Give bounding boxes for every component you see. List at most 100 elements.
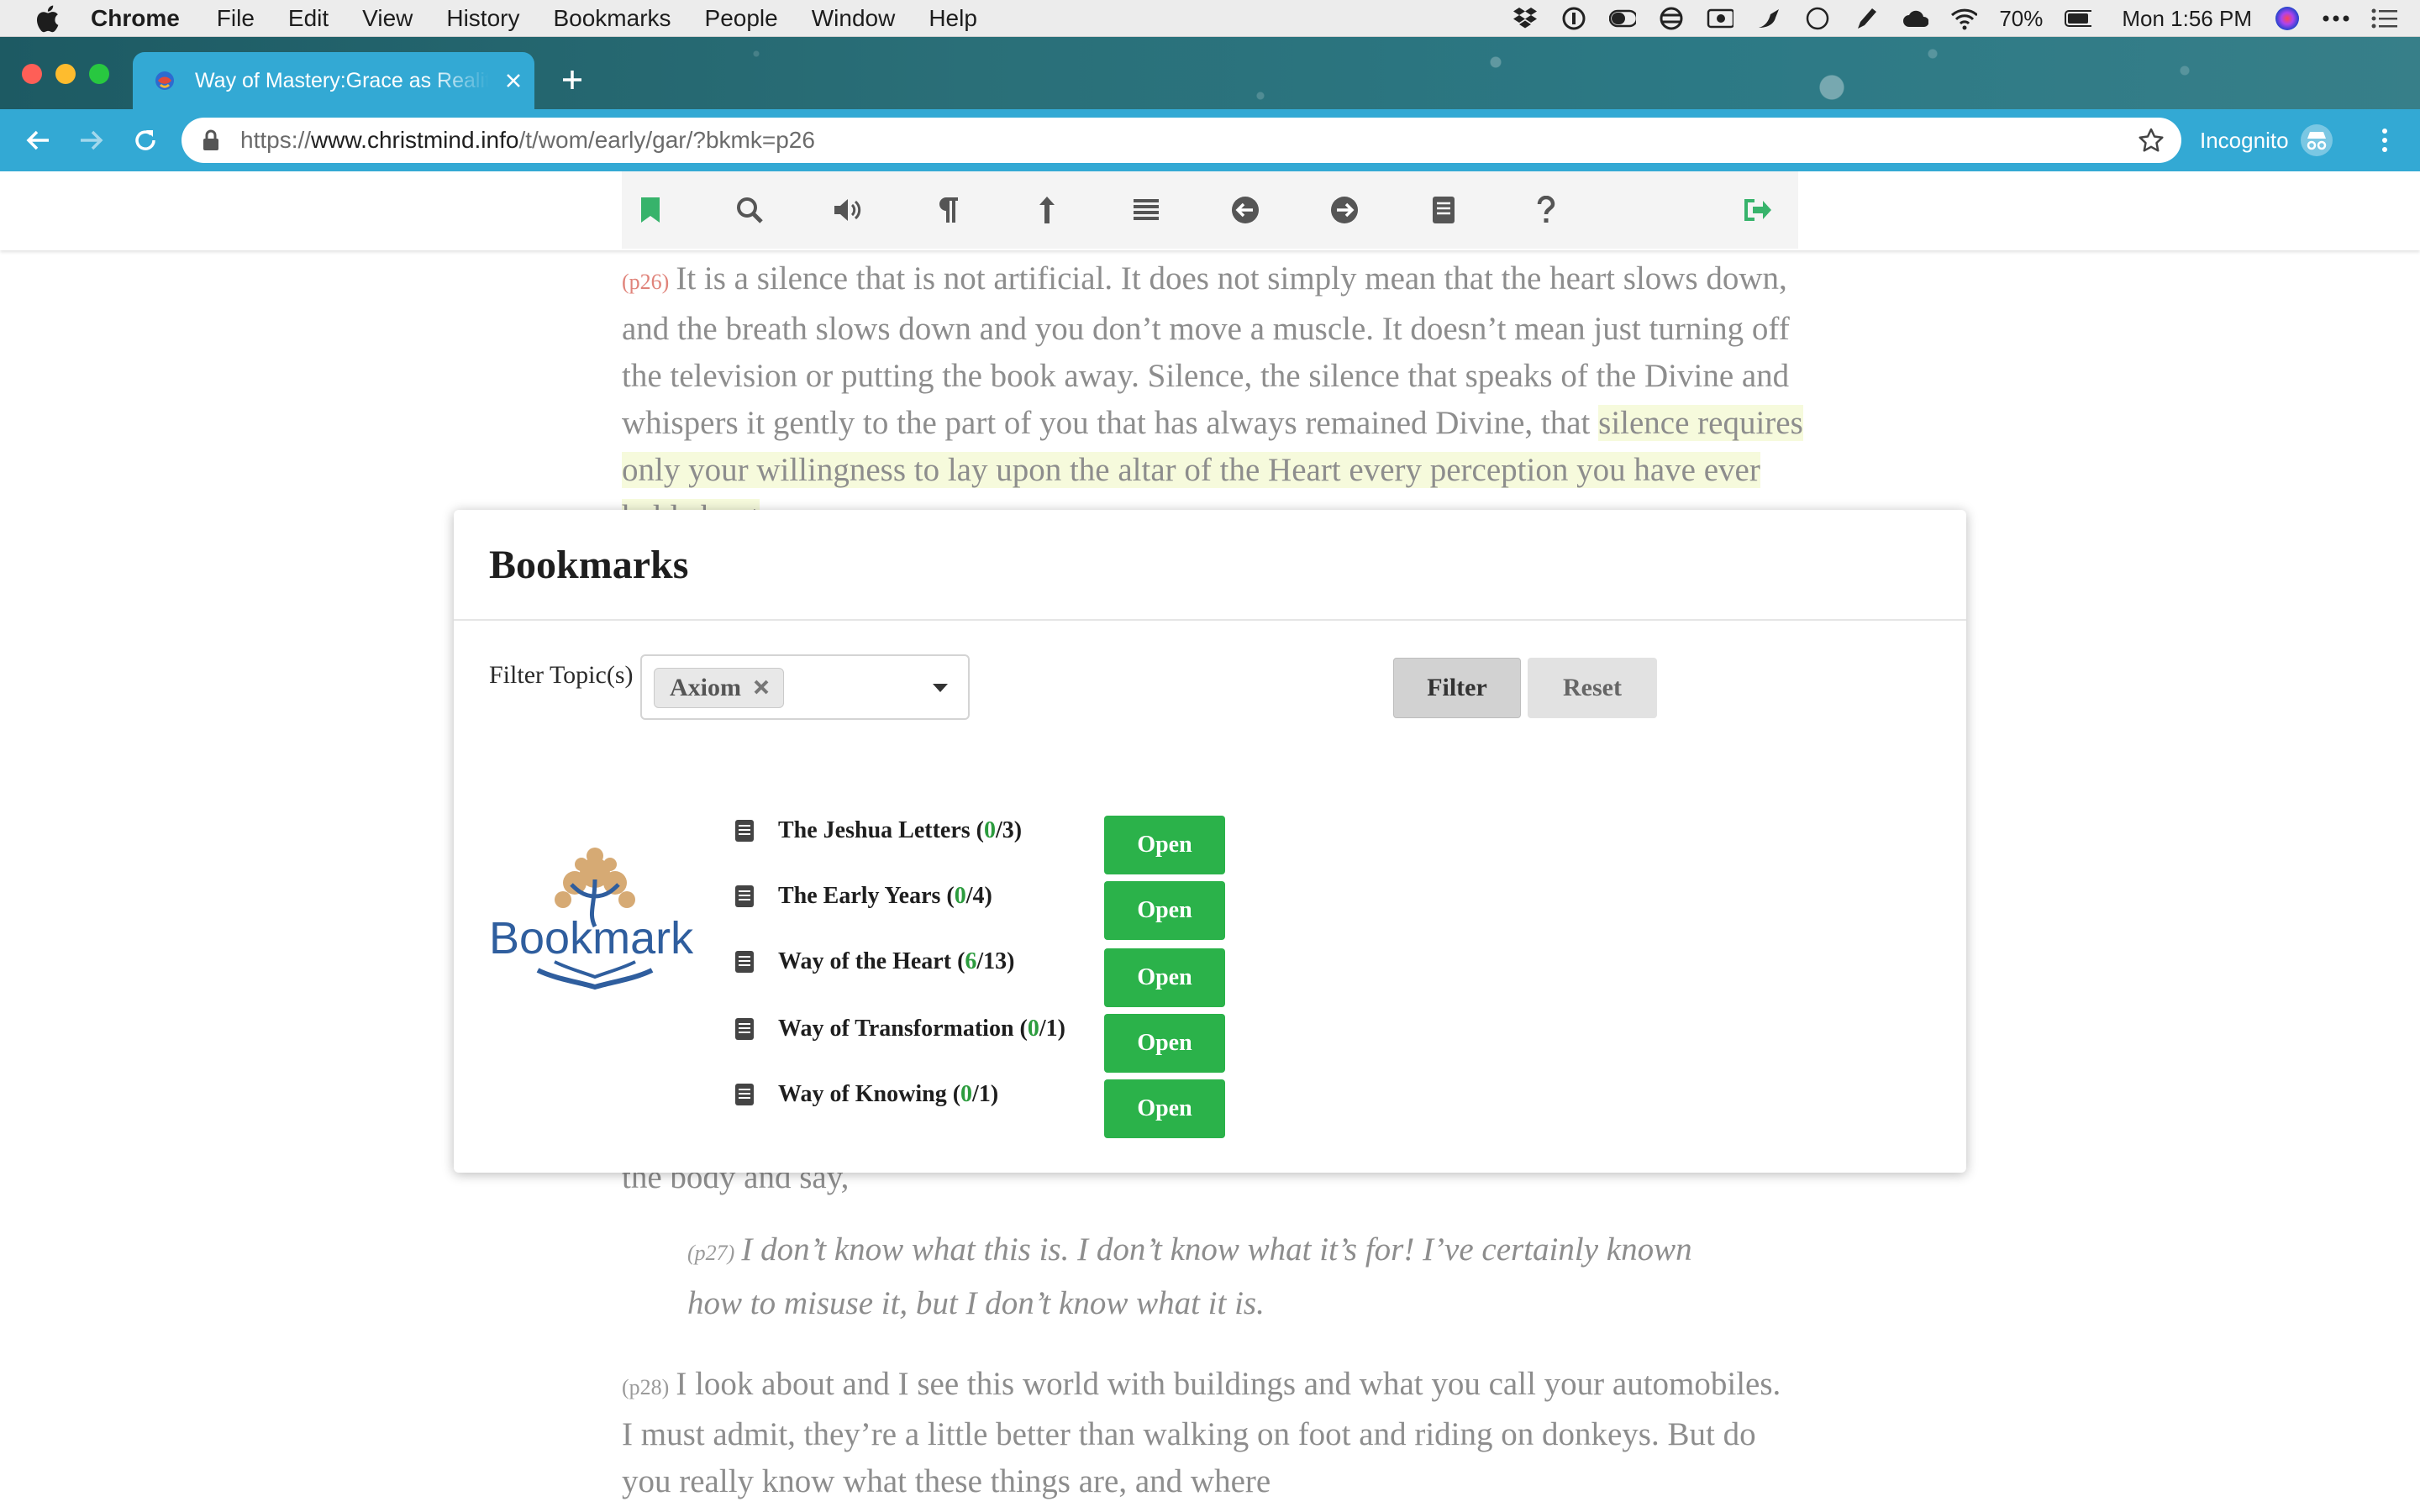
modal-header: Bookmarks (454, 510, 1966, 621)
menu-people[interactable]: People (705, 5, 778, 32)
bookmark-count: 6 (965, 948, 977, 974)
reload-button[interactable] (129, 124, 161, 156)
bookmark-icon[interactable] (634, 193, 667, 227)
search-icon[interactable] (733, 193, 766, 227)
bookmark-star-icon[interactable] (2138, 127, 2165, 154)
url-path: /t/wom/early/gar/?bkmk=p26 (518, 127, 815, 153)
remove-topic-icon[interactable] (753, 674, 770, 702)
dropbox-icon[interactable] (1512, 5, 1539, 32)
list-item: Way of Knowing (0/1) (734, 1078, 998, 1111)
open-button[interactable]: Open (1104, 1079, 1225, 1138)
bookmarks-modal: Bookmarks Filter Topic(s) Axiom Filter R… (454, 510, 1966, 1173)
next-page-icon[interactable] (1328, 193, 1361, 227)
modal-title: Bookmarks (489, 542, 689, 587)
toggle-icon[interactable] (1609, 5, 1637, 32)
menu-view[interactable]: View (362, 5, 413, 32)
book-name: Way of Knowing (778, 1081, 947, 1107)
paragraph-text: I don’t know what this is. I don’t know … (687, 1231, 1692, 1321)
more-icon[interactable] (2323, 5, 2349, 32)
book-icon[interactable] (1427, 193, 1460, 227)
book-name: Way of Transformation (778, 1016, 1014, 1042)
audio-icon[interactable] (832, 193, 865, 227)
wifi-icon[interactable] (1950, 5, 1978, 32)
globe-icon[interactable] (1658, 5, 1685, 32)
menu-edit[interactable]: Edit (288, 5, 329, 32)
chrome-tab-strip: Way of Mastery:Grace as Reality (0, 37, 2420, 109)
previous-page-icon[interactable] (1228, 193, 1262, 227)
siri-icon[interactable] (2274, 5, 2301, 32)
reset-button[interactable]: Reset (1528, 658, 1657, 718)
bookmark-total: 1 (1045, 1016, 1058, 1042)
menu-help[interactable]: Help (929, 5, 977, 32)
book-name: Way of the Heart (778, 948, 952, 974)
menu-clock[interactable]: Mon 1:56 PM (2122, 6, 2252, 32)
bookmark-total: 1 (978, 1081, 991, 1107)
battery-icon[interactable] (2065, 5, 2092, 32)
bird-icon[interactable] (1755, 5, 1782, 32)
active-tab[interactable]: Way of Mastery:Grace as Reality (133, 52, 534, 109)
open-button[interactable]: Open (1104, 881, 1225, 940)
screen-record-icon[interactable] (1707, 5, 1734, 32)
notification-center-icon[interactable] (2371, 5, 2398, 32)
bookmark-total: 3 (1002, 817, 1014, 843)
address-bar[interactable]: https://www.christmind.info/t/wom/early/… (182, 118, 2181, 163)
paragraph-icon[interactable] (931, 193, 965, 227)
onepassword-icon[interactable] (1560, 5, 1587, 32)
chevron-down-icon[interactable] (933, 684, 948, 692)
list-item: Way of Transformation (0/1) (734, 1012, 1065, 1046)
open-button[interactable]: Open (1104, 816, 1225, 874)
menu-extras: 70% Mon 1:56 PM (1512, 0, 2398, 37)
book-icon (734, 819, 755, 843)
paragraph-26: (p26) It is a silence that is not artific… (622, 255, 1807, 541)
incognito-indicator[interactable]: Incognito (2200, 124, 2333, 156)
paragraph-text: I look about and I see this world with b… (622, 1366, 1781, 1499)
circle-icon[interactable] (1804, 5, 1831, 32)
bookmark-count: 0 (960, 1081, 973, 1107)
menu-window[interactable]: Window (812, 5, 896, 32)
bookmark-logo: Bookmark (487, 846, 706, 997)
cloud-icon[interactable] (1902, 5, 1929, 32)
list-item: Way of the Heart (6/13) (734, 945, 1015, 979)
open-button[interactable]: Open (1104, 948, 1225, 1007)
back-button[interactable] (22, 124, 54, 156)
book-icon (734, 1017, 755, 1041)
lock-icon[interactable] (202, 129, 222, 152)
scroll-top-icon[interactable] (1030, 193, 1064, 227)
close-tab-icon[interactable] (501, 68, 526, 93)
book-name: The Jeshua Letters (778, 817, 971, 843)
book-icon (734, 1083, 755, 1106)
tab-title: Way of Mastery:Grace as Reality (195, 68, 489, 92)
logo-text: Bookmark (489, 913, 694, 963)
forward-button[interactable] (76, 124, 108, 156)
filter-button[interactable]: Filter (1393, 658, 1521, 718)
battery-percent: 70% (1999, 5, 2044, 31)
menu-app-name[interactable]: Chrome (91, 5, 180, 32)
contents-icon[interactable] (1129, 193, 1163, 227)
open-button[interactable]: Open (1104, 1014, 1225, 1073)
paragraph-number[interactable]: (p28) (622, 1375, 669, 1399)
topic-chip-label: Axiom (670, 674, 741, 701)
menu-history[interactable]: History (446, 5, 519, 32)
bookmark-count: 0 (954, 883, 966, 909)
incognito-icon (2300, 124, 2333, 156)
close-window-button[interactable] (22, 64, 42, 84)
topic-select[interactable]: Axiom (640, 654, 970, 720)
apple-icon[interactable] (32, 3, 62, 34)
help-icon[interactable] (1529, 193, 1563, 227)
zoom-window-button[interactable] (89, 64, 109, 84)
pen-icon[interactable] (1853, 5, 1880, 32)
minimize-window-button[interactable] (55, 64, 76, 84)
chrome-menu-icon[interactable] (2373, 124, 2396, 156)
book-icon (734, 950, 755, 974)
paragraph-28: (p28) I look about and I see this world w… (622, 1361, 1798, 1505)
bookmark-count: 0 (983, 817, 996, 843)
menu-bookmarks[interactable]: Bookmarks (553, 5, 671, 32)
menu-file[interactable]: File (217, 5, 255, 32)
url-scheme: https:// (240, 127, 312, 153)
paragraph-number[interactable]: (p27) (687, 1241, 734, 1265)
new-tab-button[interactable] (556, 64, 588, 96)
paragraph-27: (p27) I don’t know what this is. I don’t … (687, 1225, 1696, 1329)
filter-topics-label: Filter Topic(s) (489, 661, 634, 689)
sign-out-icon[interactable] (1741, 193, 1775, 227)
paragraph-number[interactable]: (p26) (622, 270, 669, 294)
